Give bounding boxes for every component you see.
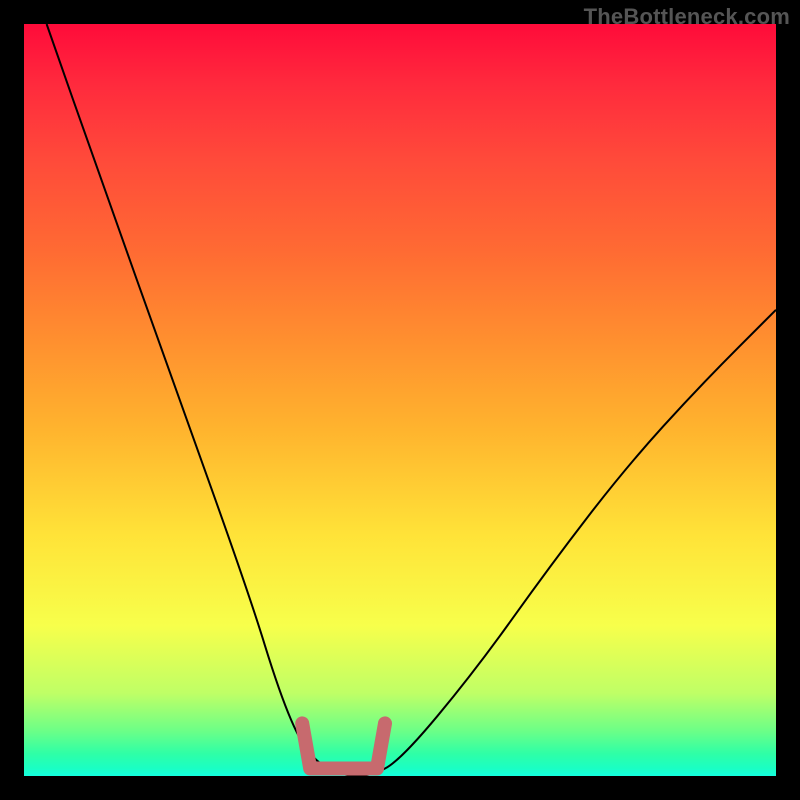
chart-svg [24,24,776,776]
plot-area [24,24,776,776]
bottleneck-curve [47,24,776,776]
chart-frame: TheBottleneck.com [0,0,800,800]
optimal-zone-marker [302,723,385,768]
